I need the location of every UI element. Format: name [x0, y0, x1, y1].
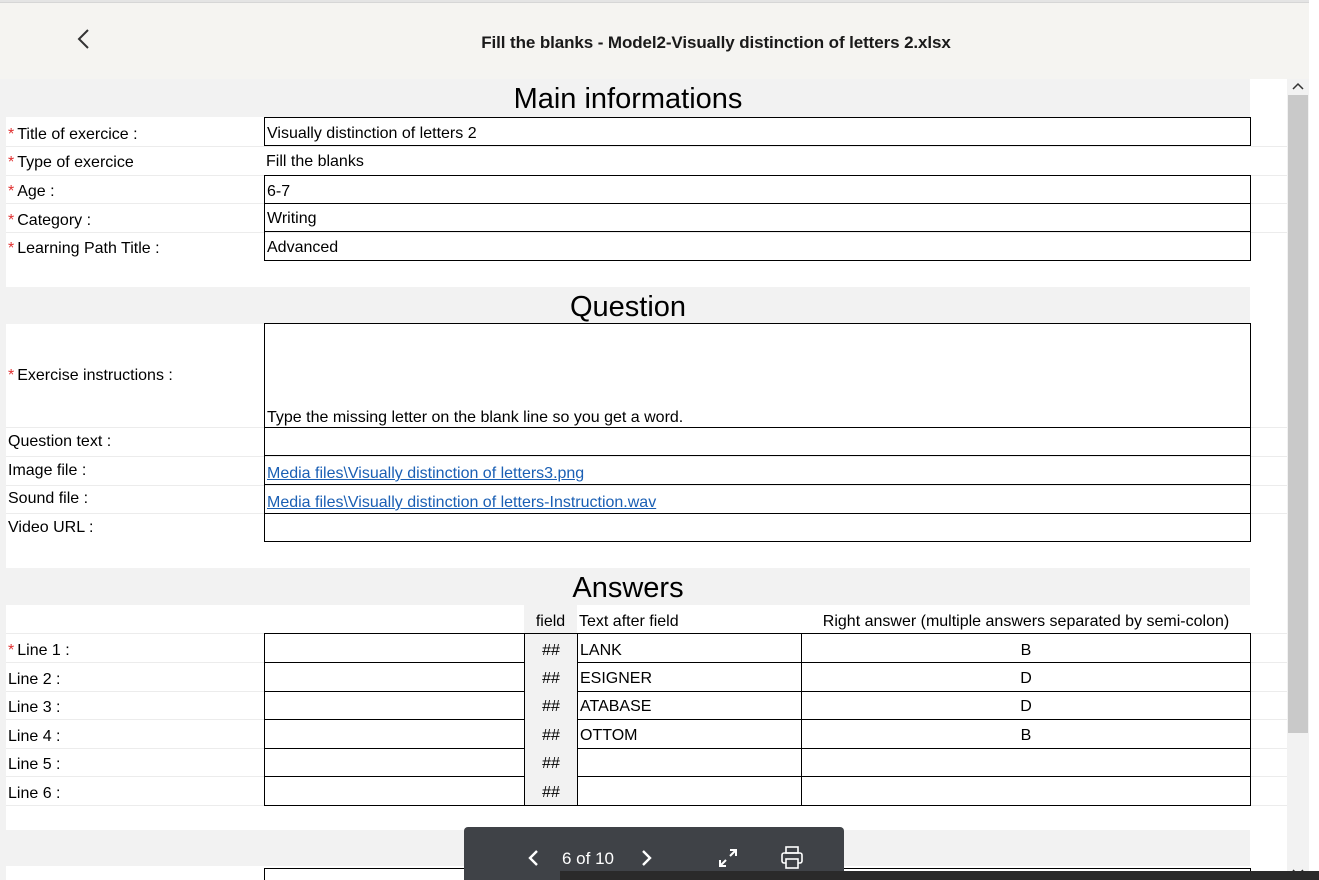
line-1-field: ##: [524, 633, 578, 663]
line-3-field: ##: [524, 691, 578, 720]
spreadsheet-view: Main informations * Title of exercice : V…: [6, 79, 1287, 880]
label-line-4: Line 4 :: [8, 728, 61, 745]
line-1-text-before[interactable]: [264, 633, 525, 663]
line-4-text-after[interactable]: OTTOM: [577, 719, 802, 749]
label-exercise-instructions: * Exercise instructions :: [8, 367, 173, 384]
section-title-question: Question: [6, 287, 1250, 324]
column-header-right-answer: Right answer (multiple answers separated…: [822, 613, 1230, 630]
vertical-scrollbar[interactable]: [1287, 79, 1309, 880]
chevron-left-icon: [528, 850, 538, 866]
scroll-up-button[interactable]: [1290, 79, 1306, 93]
line-4-field: ##: [524, 719, 578, 749]
line-2-text-after[interactable]: ESIGNER: [577, 662, 802, 692]
document-title: Fill the blanks - Model2-Visually distin…: [481, 33, 951, 52]
value-sound-file: Media files\Visually distinction of lett…: [264, 485, 1251, 514]
label-title-of-exercice: * Title of exercice :: [8, 126, 138, 143]
scrollbar-thumb[interactable]: [1288, 95, 1308, 733]
label-line-1: * Line 1 :: [8, 642, 70, 659]
label-age: * Age :: [8, 183, 55, 200]
label-line-3: Line 3 :: [8, 699, 61, 716]
line-6-field: ##: [524, 776, 578, 806]
label-learning-path-title: * Learning Path Title :: [8, 240, 160, 257]
print-button[interactable]: [780, 845, 804, 871]
label-type-of-exercice: * Type of exercice: [8, 154, 134, 171]
line-6-text-after[interactable]: [577, 776, 802, 806]
line-5-right-answer[interactable]: [801, 748, 1251, 777]
expand-icon: [719, 849, 737, 867]
value-exercise-instructions[interactable]: Type the missing letter on the blank lin…: [264, 323, 1251, 428]
label-video-url: Video URL :: [8, 519, 94, 536]
previous-page-button[interactable]: [524, 847, 544, 869]
line-5-text-after[interactable]: [577, 748, 802, 777]
line-2-right-answer[interactable]: D: [801, 662, 1251, 692]
section-title-main-informations: Main informations: [6, 79, 1250, 117]
value-title-of-exercice[interactable]: Visually distinction of letters 2: [264, 117, 1251, 146]
line-1-right-answer[interactable]: B: [801, 633, 1251, 663]
label-question-text: Question text :: [8, 433, 112, 450]
value-learning-path-title[interactable]: Advanced: [264, 232, 1251, 261]
next-page-button[interactable]: [636, 847, 656, 869]
line-3-right-answer[interactable]: D: [801, 691, 1251, 720]
section-title-answers: Answers: [6, 568, 1250, 605]
column-header-text-after-field: Text after field: [579, 613, 679, 630]
column-header-field: field: [524, 605, 577, 634]
printer-icon: [781, 846, 803, 869]
label-line-6: Line 6 :: [8, 785, 61, 802]
line-6-text-before[interactable]: [264, 776, 525, 806]
chevron-right-icon: [642, 850, 652, 866]
bottom-bar: [560, 871, 1319, 880]
value-age[interactable]: 6-7: [264, 175, 1251, 204]
value-question-text[interactable]: [264, 427, 1251, 456]
line-2-text-before[interactable]: [264, 662, 525, 692]
line-4-right-answer[interactable]: B: [801, 719, 1251, 749]
label-image-file: Image file :: [8, 462, 87, 479]
value-category[interactable]: Writing: [264, 203, 1251, 232]
line-4-text-before[interactable]: [264, 719, 525, 749]
label-line-2: Line 2 :: [8, 671, 61, 688]
instructions-text: Type the missing letter on the blank lin…: [267, 409, 684, 426]
line-1-text-after[interactable]: LANK: [577, 633, 802, 663]
line-6-right-answer[interactable]: [801, 776, 1251, 806]
line-2-field: ##: [524, 662, 578, 692]
label-sound-file: Sound file :: [8, 490, 89, 507]
viewer-header: Fill the blanks - Model2-Visually distin…: [0, 3, 1309, 79]
value-type-of-exercice[interactable]: Fill the blanks: [264, 146, 1251, 175]
chevron-up-icon: [1292, 82, 1304, 90]
label-line-5: Line 5 :: [8, 756, 61, 773]
label-category: * Category :: [8, 212, 92, 229]
line-5-text-before[interactable]: [264, 748, 525, 777]
sound-file-link[interactable]: Media files\Visually distinction of lett…: [267, 494, 656, 511]
image-file-link[interactable]: Media files\Visually distinction of lett…: [267, 465, 584, 482]
fullscreen-button[interactable]: [716, 846, 740, 870]
value-image-file: Media files\Visually distinction of lett…: [264, 456, 1251, 485]
line-3-text-after[interactable]: ATABASE: [577, 691, 802, 720]
page-indicator: 6 of 10: [562, 849, 614, 868]
line-3-text-before[interactable]: [264, 691, 525, 720]
line-5-field: ##: [524, 748, 578, 777]
value-video-url[interactable]: [264, 513, 1251, 542]
window-edge: [1309, 0, 1319, 880]
